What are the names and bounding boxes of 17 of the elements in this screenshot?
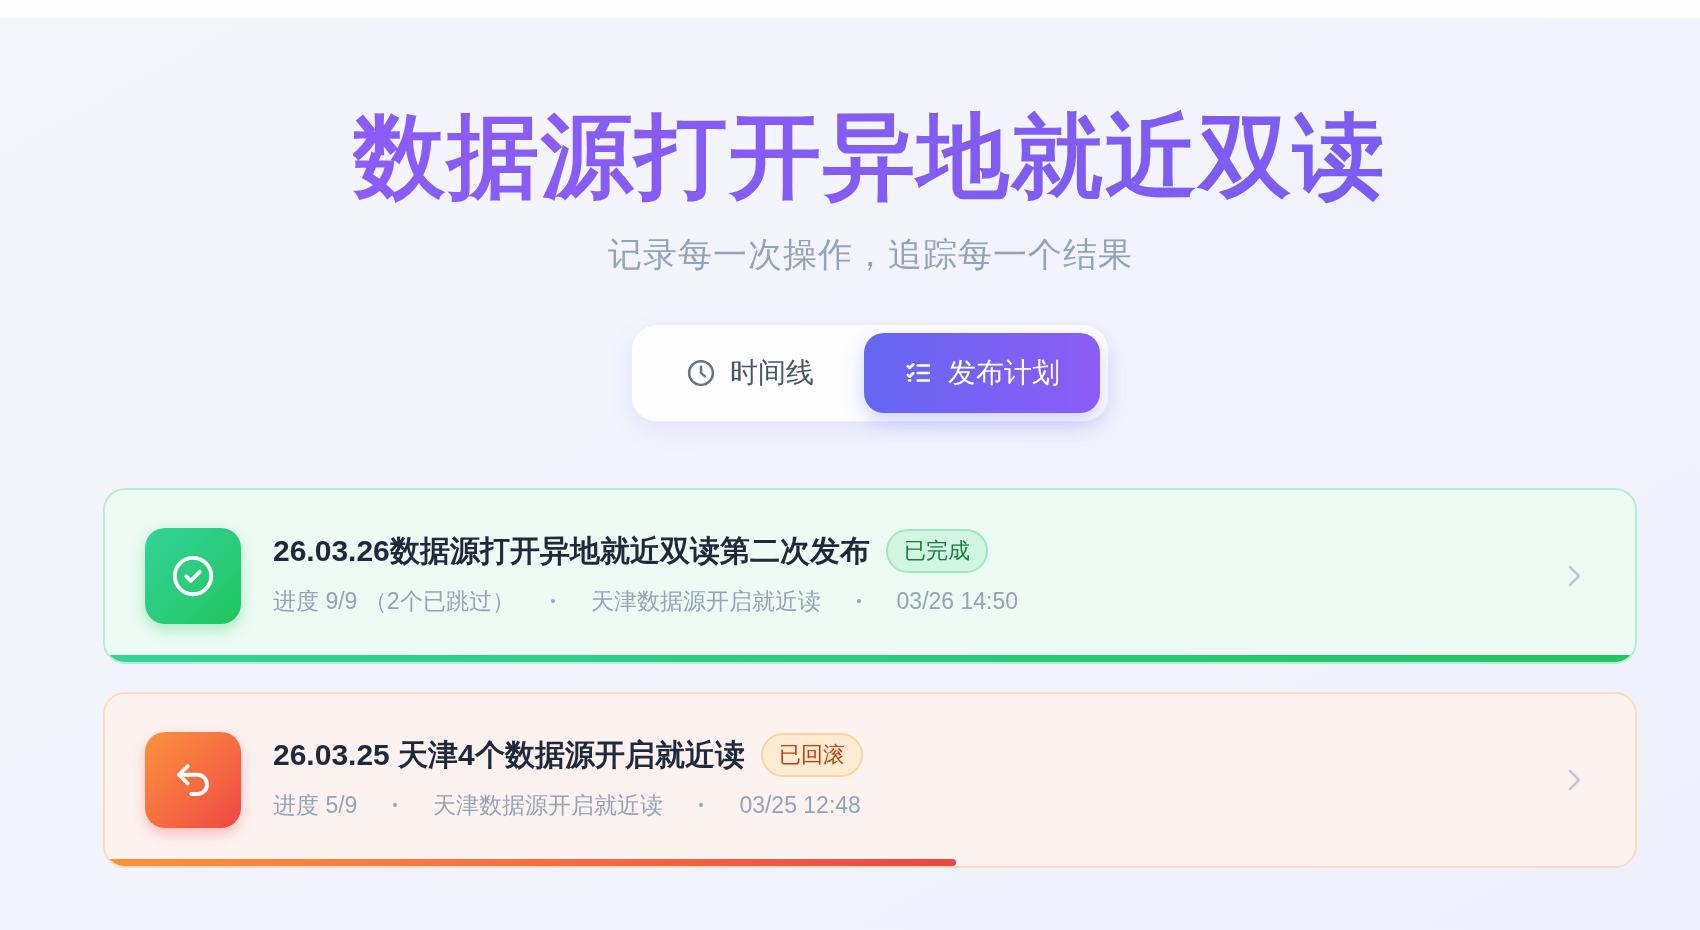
plan-meta-text: 天津数据源开启就近读 (590, 587, 821, 616)
status-tag: 已完成 (885, 529, 988, 573)
plan-meta-text: 03/25 12:48 (739, 791, 861, 820)
plan-card[interactable]: 26.03.26数据源打开异地就近双读第二次发布 已完成 进度 9/9 （2个已跳过） 天津数据源开启就近读 03/26 14:50 (103, 488, 1637, 664)
tab[interactable]: 时间线 (640, 333, 860, 413)
tab[interactable]: 发布计划 (864, 333, 1100, 413)
status-tag: 已回滚 (760, 733, 863, 777)
plan-meta-text: 03/26 14:50 (896, 587, 1019, 616)
plan-title: 26.03.25 天津4个数据源开启就近读 (273, 737, 745, 773)
clock-icon (686, 358, 716, 388)
plan-title: 26.03.26数据源打开异地就近双读第二次发布 (273, 533, 870, 569)
plan-meta-text: 进度 5/9 (273, 791, 358, 820)
plan-meta-text: 天津数据源开启就近读 (433, 791, 664, 820)
check-circle-icon (170, 553, 216, 599)
plan-meta-text: 进度 9/9 （2个已跳过） (273, 587, 515, 616)
plan-card[interactable]: 26.03.25 天津4个数据源开启就近读 已回滚 进度 5/9 天津数据源开启就近读 03/25 12:48 (103, 692, 1637, 868)
page-subtitle: 记录每一次操作，追踪每一个结果 (607, 234, 1133, 275)
